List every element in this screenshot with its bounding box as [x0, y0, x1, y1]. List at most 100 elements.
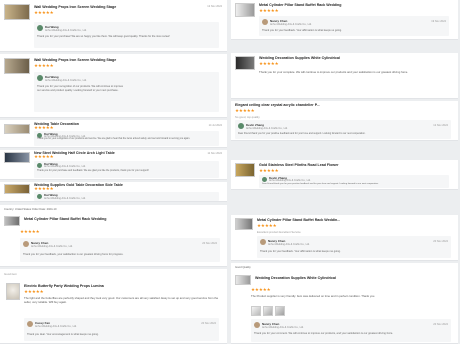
- review-tag: Good item: [4, 272, 17, 276]
- review-card: New Steel Wedding Half Circle Arch Light…: [0, 150, 227, 180]
- review-text: So good, top quality: [235, 115, 260, 119]
- reply-text: Thank you for your recognition of our pr…: [37, 85, 124, 92]
- rating-stars: ★★★★★: [34, 154, 54, 159]
- reply-text: Thank you for your feedback. Your affirm…: [260, 250, 341, 253]
- review-card: Gold Stainless Steel Plinths Road Lead F…: [231, 160, 458, 190]
- supplier-reply: Nancy Chen Anhui Wedding Arts & Crafts C…: [257, 236, 451, 258]
- product-title[interactable]: Wedding Decoration Supplies White Cylind…: [259, 56, 340, 60]
- reply-date: 20 Nov 2024: [433, 323, 448, 326]
- product-title[interactable]: Wall Wedding Props Iron Screen Wedding S…: [34, 58, 116, 62]
- reply-date: 20 Nov 2024: [202, 242, 217, 245]
- rating-stars: ★★★★★: [251, 287, 271, 292]
- review-photo[interactable]: [251, 306, 261, 316]
- review-text: The Product supplier is very friendly. I…: [251, 294, 376, 298]
- product-title[interactable]: Wall Wedding Props Iron Screen Wedding S…: [34, 5, 116, 9]
- review-card: Country: United States Order Date: 2024-…: [0, 205, 227, 267]
- reply-text: Thank you dear. Your encouragement is wh…: [27, 333, 99, 336]
- review-text: The light and the butterflies are perfec…: [24, 296, 219, 304]
- reply-company: Anhui Wedding Arts & Crafts Co., Ltd.: [44, 165, 86, 168]
- supplier-reply: Kai Wang Anhui Wedding Arts & Crafts Co.…: [34, 161, 219, 178]
- reply-company: Anhui Wedding Arts & Crafts Co., Ltd.: [44, 196, 86, 200]
- review-text: Excellent product Excellent Service: [257, 230, 301, 234]
- supplier-reply: Kai Wang Anhui Wedding Arts & Crafts Co.…: [34, 22, 219, 48]
- reply-company: Anhui Wedding Arts & Crafts Co., Ltd.: [45, 79, 87, 82]
- product-title[interactable]: Metal Cylinder Pillar Stand Buffet Rack …: [24, 217, 106, 221]
- product-thumbnail[interactable]: [235, 218, 253, 230]
- rating-stars: ★★★★★: [34, 63, 54, 68]
- supplier-reply: Nancy Chen Anhui Wedding Arts & Crafts C…: [20, 238, 220, 262]
- avatar: [238, 123, 244, 129]
- product-title[interactable]: Metal Cylinder Pillar Stand Buffet Rack …: [257, 218, 340, 222]
- review-photo[interactable]: [263, 306, 273, 316]
- avatar: [23, 241, 29, 247]
- review-tag: Good Quality: [235, 266, 251, 269]
- reply-text: Thank you for your feedback. Your affirm…: [262, 29, 342, 32]
- product-thumbnail[interactable]: [4, 58, 30, 74]
- review-photo[interactable]: [275, 306, 285, 316]
- review-card: Wedding Table Decoration 14 Jul 2024 ★★★…: [0, 120, 227, 148]
- avatar: [37, 75, 43, 81]
- product-title[interactable]: Wedding Decoration Supplies White Cylind…: [255, 276, 336, 280]
- avatar: [254, 322, 260, 328]
- reply-company: Anhui Wedding Arts & Crafts Co., Ltd.: [246, 127, 288, 130]
- avatar: [37, 193, 42, 199]
- reply-text: Thank you for your feedback, your satisf…: [23, 253, 124, 256]
- review-date: 14 Jul 2024: [208, 124, 222, 127]
- butterfly-photo[interactable]: [6, 283, 20, 300]
- product-thumbnail[interactable]: [4, 152, 30, 163]
- review-card: Good Quality Wedding Decoration Supplies…: [231, 263, 458, 344]
- rating-stars: ★★★★★: [34, 10, 54, 15]
- reply-text: Thank you for your purchase and feedback…: [37, 169, 149, 172]
- supplier-reply: Kevin Zhang Anhui Wedding Arts & Crafts …: [259, 175, 449, 188]
- review-card: Wedding Supplies Gold Table Decoration S…: [0, 182, 227, 202]
- product-title[interactable]: Elegant ceiling clear crystal acrylic ch…: [235, 103, 320, 107]
- rating-stars: ★★★★★: [34, 186, 54, 191]
- review-card: Wall Wedding Props Iron Screen Wedding S…: [0, 0, 227, 52]
- supplier-reply: Nancy Chen Anhui Wedding Arts & Crafts C…: [251, 319, 451, 342]
- reply-date: 19 Nov 2024: [431, 20, 446, 23]
- review-text: Thank you for your complete. We will con…: [259, 70, 409, 74]
- reply-company: Anhui Wedding Arts & Crafts Co., Ltd.: [268, 243, 310, 246]
- supplier-reply: Kai Wang Anhui Wedding Arts & Crafts Co.…: [34, 131, 219, 146]
- reply-date: 12 Nov 2024: [433, 124, 448, 127]
- avatar: [27, 321, 33, 327]
- review-card: Elegant ceiling clear crystal acrylic ch…: [231, 101, 458, 141]
- reply-company: Anhui Wedding Arts & Crafts Co., Ltd.: [270, 23, 312, 26]
- rating-stars: ★★★★★: [34, 125, 54, 130]
- product-thumbnail[interactable]: [4, 124, 30, 134]
- avatar: [37, 25, 43, 31]
- rating-stars: ★★★★★: [20, 229, 40, 234]
- reply-text: Thank you for your purchase! We are so h…: [37, 35, 170, 38]
- rating-stars: ★★★★★: [24, 289, 44, 294]
- product-thumbnail[interactable]: [235, 56, 255, 70]
- supplier-reply: Cassy Fan Anhui Wedding Arts & Crafts Co…: [24, 318, 219, 341]
- reply-company: Anhui Wedding Arts & Crafts Co., Ltd.: [35, 325, 77, 328]
- reply-text: Thank you for your comment. We will cont…: [254, 332, 394, 335]
- order-meta: Country: United States Order Date: 2024-…: [4, 208, 57, 211]
- rating-stars: ★★★★★: [235, 108, 255, 113]
- review-card: Wall Wedding Props Iron Screen Wedding S…: [0, 54, 227, 118]
- avatar: [37, 163, 42, 168]
- supplier-reply: Kai Wang Anhui Wedding Arts & Crafts Co.…: [34, 72, 219, 112]
- avatar: [262, 177, 267, 182]
- product-thumbnail[interactable]: [4, 4, 30, 20]
- avatar: [260, 239, 266, 245]
- product-thumbnail[interactable]: [4, 216, 20, 226]
- rating-stars: ★★★★★: [257, 223, 277, 228]
- product-thumbnail[interactable]: [235, 163, 255, 177]
- right-review-column: Metal Cylinder Pillar Stand Buffet Rack …: [231, 0, 458, 344]
- review-date: 12 Nov 2024: [207, 5, 222, 8]
- reply-text: Dear Friend thank you for your positive …: [262, 182, 379, 185]
- reply-company: Anhui Wedding Arts & Crafts Co., Ltd.: [31, 245, 73, 248]
- review-card: Wedding Decoration Supplies White Cylind…: [231, 53, 458, 99]
- product-thumbnail[interactable]: [235, 275, 251, 285]
- product-thumbnail[interactable]: [4, 184, 30, 194]
- rating-stars: ★★★★★: [259, 61, 279, 66]
- product-thumbnail[interactable]: [235, 3, 255, 17]
- reply-company: Anhui Wedding Arts & Crafts Co., Ltd.: [262, 326, 304, 329]
- reply-date: 20 Nov 2024: [433, 240, 448, 243]
- product-title[interactable]: Electric Butterfly Party Wedding Props L…: [24, 284, 104, 288]
- product-title[interactable]: Metal Cylinder Pillar Stand Buffet Rack …: [259, 3, 341, 7]
- product-title[interactable]: Gold Stainless Steel Plinths Road Lead F…: [259, 163, 338, 167]
- rating-stars: ★★★★★: [259, 8, 279, 13]
